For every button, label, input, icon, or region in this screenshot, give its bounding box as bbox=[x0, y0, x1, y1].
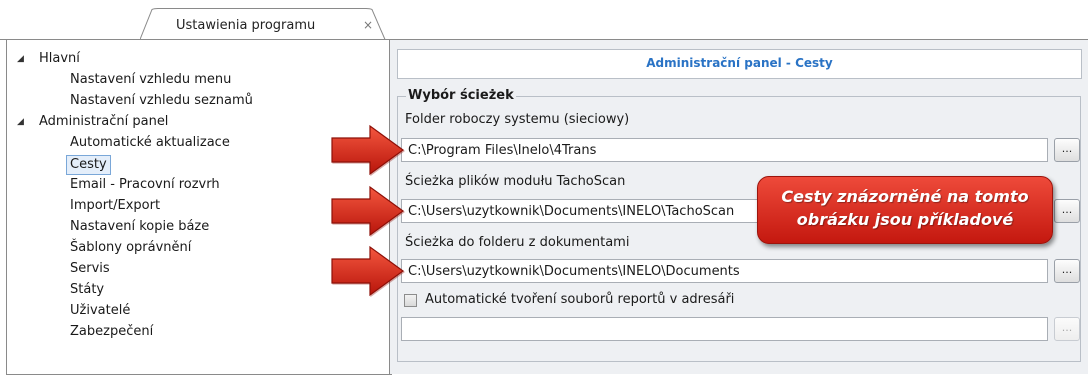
tree-item-list-look[interactable]: Nastavení vzhledu seznamů bbox=[70, 92, 253, 110]
tab-title: Ustawienia programu bbox=[176, 18, 316, 33]
tree-item-users[interactable]: Uživatelé bbox=[70, 302, 130, 320]
tree-item-staty[interactable]: Státy bbox=[70, 281, 104, 299]
tree-item-cesty-selected[interactable]: Cesty bbox=[66, 155, 111, 175]
tachoscan-path-label: Ścieżka plików modułu TachoScan bbox=[405, 174, 626, 189]
working-folder-label: Folder roboczy systemu (sieciowy) bbox=[405, 112, 630, 127]
panel-title: Administrační panel - Cesty bbox=[646, 56, 833, 70]
auto-reports-label: Automatické tvoření souborů reportů v ad… bbox=[425, 292, 735, 307]
callout-line-2: obrázku jsou příkladové bbox=[796, 210, 1014, 229]
tree-group-label: Hlavní bbox=[39, 51, 80, 66]
example-paths-callout: Cesty znázorněné na tomto obrázku jsou p… bbox=[757, 176, 1053, 244]
tree-item-servis[interactable]: Servis bbox=[70, 260, 110, 278]
tree-item-import-export[interactable]: Import/Export bbox=[70, 197, 160, 215]
close-icon[interactable]: × bbox=[363, 18, 373, 32]
arrow-icon bbox=[331, 245, 406, 297]
tree-group-label: Administrační panel bbox=[39, 114, 169, 129]
documents-browse-button[interactable]: ... bbox=[1054, 259, 1080, 283]
tab-settings[interactable]: Ustawienia programu × bbox=[140, 8, 386, 40]
tree-item-auto-updates[interactable]: Automatické aktualizace bbox=[70, 134, 230, 152]
arrow-icon bbox=[331, 124, 406, 176]
arrow-icon bbox=[331, 185, 406, 237]
report-path-browse-button[interactable]: ... bbox=[1054, 317, 1080, 341]
tree-item-security[interactable]: Zabezpečení bbox=[70, 323, 153, 341]
working-folder-input[interactable]: C:\Program Files\Inelo\4Trans bbox=[401, 138, 1048, 162]
working-folder-browse-button[interactable]: ... bbox=[1054, 138, 1080, 162]
collapse-icon[interactable]: ◢ bbox=[17, 113, 24, 131]
callout-line-1: Cesty znázorněné na tomto bbox=[781, 187, 1029, 206]
tachoscan-browse-button[interactable]: ... bbox=[1054, 199, 1080, 223]
tree-item-email[interactable]: Email - Pracovní rozvrh bbox=[70, 176, 220, 194]
report-path-input[interactable] bbox=[401, 317, 1048, 341]
documents-path-input[interactable]: C:\Users\uzytkownik\Documents\INELO\Docu… bbox=[401, 259, 1048, 283]
documents-path-label: Ścieżka do folderu z dokumentami bbox=[405, 235, 630, 250]
tree-item-permission-templates[interactable]: Šablony oprávnění bbox=[70, 239, 191, 257]
collapse-icon[interactable]: ◢ bbox=[17, 50, 24, 68]
tree-item-menu-look[interactable]: Nastavení vzhledu menu bbox=[70, 71, 231, 89]
tree-item-db-backup[interactable]: Nastavení kopie báze bbox=[70, 218, 209, 236]
tab-strip: Ustawienia programu × bbox=[0, 0, 1088, 40]
group-title: Wybór ścieżek bbox=[406, 88, 516, 103]
panel-header: Administrační panel - Cesty bbox=[397, 49, 1082, 79]
